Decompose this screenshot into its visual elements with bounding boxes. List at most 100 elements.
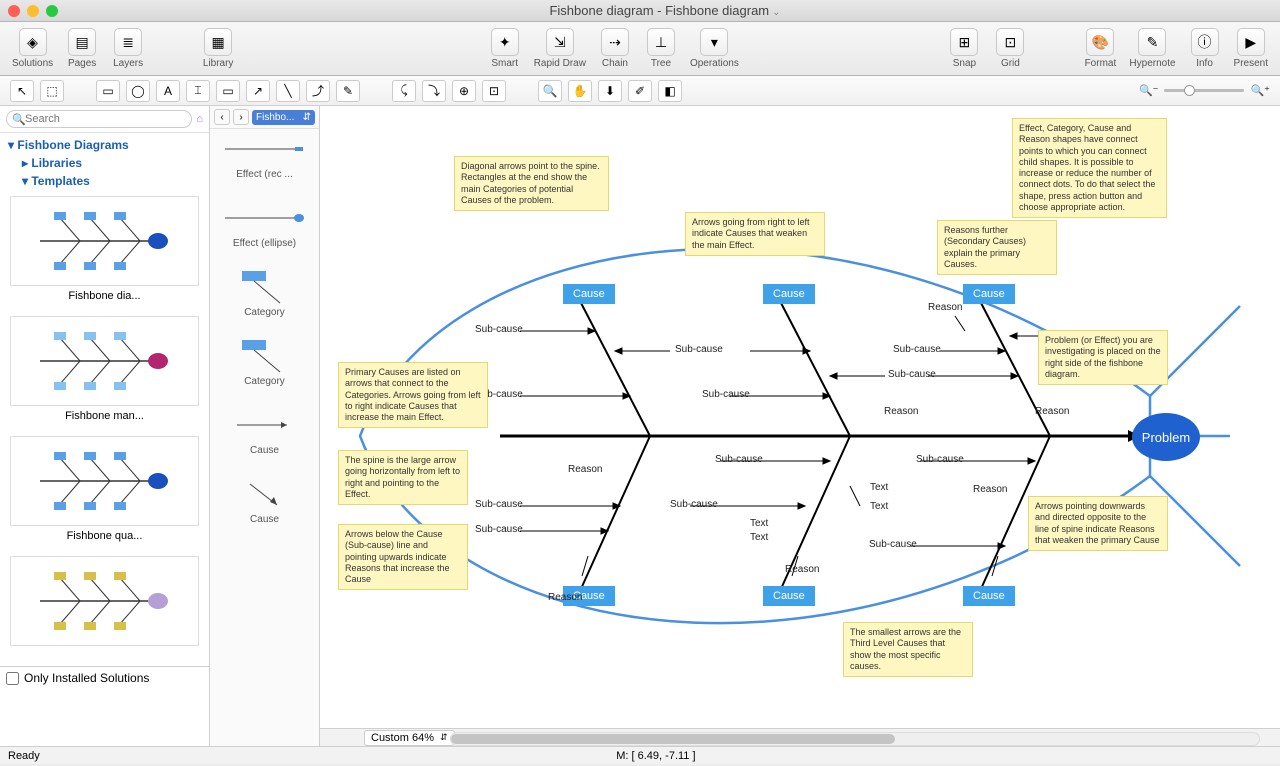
template-thumb[interactable] bbox=[10, 436, 199, 526]
tool-19[interactable]: ✋ bbox=[568, 80, 592, 102]
tool-7[interactable]: ▭ bbox=[216, 80, 240, 102]
tool-10[interactable]: ⤴ bbox=[306, 80, 330, 102]
search-input[interactable] bbox=[6, 110, 192, 128]
tool-14[interactable]: ⤵ bbox=[422, 80, 446, 102]
chain-button[interactable]: ⇢Chain bbox=[594, 26, 636, 71]
subcause-label: Sub-cause bbox=[869, 539, 917, 550]
tool-9[interactable]: ╲ bbox=[276, 80, 300, 102]
tree-root[interactable]: ▾ Fishbone Diagrams bbox=[0, 133, 209, 154]
solutions-panel: 🔍 ⌂ ▾ Fishbone Diagrams ▸ Libraries ▾ Te… bbox=[0, 106, 210, 746]
zoom-out-icon[interactable]: 🔍⁻ bbox=[1139, 84, 1159, 97]
tool-6[interactable]: ⌶ bbox=[186, 80, 210, 102]
tool-22[interactable]: ◧ bbox=[658, 80, 682, 102]
tool-3[interactable]: ▭ bbox=[96, 80, 120, 102]
minimize-icon[interactable] bbox=[27, 5, 39, 17]
diagram-canvas[interactable]: Cause Cause Cause Cause Cause Cause Prob… bbox=[320, 106, 1280, 728]
shapes-back-icon[interactable]: ‹ bbox=[214, 109, 230, 125]
only-installed-row[interactable]: Only Installed Solutions bbox=[0, 666, 209, 689]
text-label: Text bbox=[870, 482, 888, 493]
only-installed-label: Only Installed Solutions bbox=[24, 671, 149, 685]
tool-16[interactable]: ⊡ bbox=[482, 80, 506, 102]
toolbar-label: Format bbox=[1085, 58, 1117, 69]
reason-label: Reason bbox=[928, 302, 962, 313]
zoom-in-icon[interactable]: 🔍⁺ bbox=[1250, 84, 1270, 97]
cause-box[interactable]: Cause bbox=[763, 284, 815, 304]
subcause-label: Sub-cause bbox=[888, 369, 936, 380]
tree-templates[interactable]: ▾ Templates bbox=[0, 172, 209, 190]
hypernote-button[interactable]: ✎Hypernote bbox=[1125, 26, 1179, 71]
note: Problem (or Effect) you are investigatin… bbox=[1038, 330, 1168, 385]
tool-8[interactable]: ↗ bbox=[246, 80, 270, 102]
toolbar-label: Tree bbox=[651, 58, 671, 69]
tool-1[interactable]: ⬚ bbox=[40, 80, 64, 102]
layers-icon: ≣ bbox=[114, 28, 142, 56]
tool-18[interactable]: 🔍 bbox=[538, 80, 562, 102]
smart-button[interactable]: ✦Smart bbox=[484, 26, 526, 71]
shapes-panel: ‹ › Fishbo...⇵ Effect (rec ... Effect (el… bbox=[210, 106, 320, 746]
shape-item[interactable]: Category bbox=[214, 273, 315, 318]
cause-box[interactable]: Cause bbox=[963, 586, 1015, 606]
toolbar-label: Hypernote bbox=[1129, 58, 1175, 69]
template-thumb[interactable] bbox=[10, 556, 199, 646]
subcause-label: Sub-cause bbox=[475, 499, 523, 510]
shapes-dropdown[interactable]: Fishbo...⇵ bbox=[252, 110, 315, 125]
shape-preview bbox=[214, 411, 315, 439]
shape-item[interactable]: Effect (ellipse) bbox=[214, 204, 315, 249]
zoom-slider[interactable]: 🔍⁻ 🔍⁺ bbox=[1139, 84, 1270, 97]
cause-box[interactable]: Cause bbox=[563, 284, 615, 304]
tool-0[interactable]: ↖ bbox=[10, 80, 34, 102]
tool-13[interactable]: ⤹ bbox=[392, 80, 416, 102]
layers-button[interactable]: ≣Layers bbox=[107, 26, 149, 71]
tree-icon: ⊥ bbox=[647, 28, 675, 56]
tool-11[interactable]: ✎ bbox=[336, 80, 360, 102]
cause-box[interactable]: Cause bbox=[963, 284, 1015, 304]
tool-4[interactable]: ◯ bbox=[126, 80, 150, 102]
note: Reasons further (Secondary Causes) expla… bbox=[937, 220, 1057, 275]
library-button[interactable]: ▦Library bbox=[197, 26, 239, 71]
operations-button[interactable]: ▾Operations bbox=[686, 26, 743, 71]
close-icon[interactable] bbox=[8, 5, 20, 17]
format-button[interactable]: 🎨Format bbox=[1079, 26, 1121, 71]
horizontal-scrollbar[interactable] bbox=[450, 732, 1260, 746]
collapse-icon[interactable]: ⌂ bbox=[196, 113, 203, 125]
library-icon: ▦ bbox=[204, 28, 232, 56]
present-button[interactable]: ▶Present bbox=[1230, 26, 1272, 71]
info-icon: ⓘ bbox=[1191, 28, 1219, 56]
reason-label: Reason bbox=[548, 592, 582, 603]
reason-label: Reason bbox=[568, 464, 602, 475]
shapes-fwd-icon[interactable]: › bbox=[233, 109, 249, 125]
tool-21[interactable]: ✐ bbox=[628, 80, 652, 102]
tool-5[interactable]: A bbox=[156, 80, 180, 102]
shape-item[interactable]: Cause bbox=[214, 411, 315, 456]
tool-15[interactable]: ⊕ bbox=[452, 80, 476, 102]
shape-item[interactable]: Cause bbox=[214, 480, 315, 525]
grid-icon: ⊡ bbox=[996, 28, 1024, 56]
shape-item[interactable]: Effect (rec ... bbox=[214, 135, 315, 180]
problem-ellipse[interactable]: Problem bbox=[1132, 413, 1200, 461]
thumb-label: Fishbone dia... bbox=[10, 290, 199, 302]
tool-20[interactable]: ⬇ bbox=[598, 80, 622, 102]
tree-libraries[interactable]: ▸ Libraries bbox=[0, 154, 209, 172]
subcause-label: Sub-cause bbox=[715, 454, 763, 465]
info-button[interactable]: ⓘInfo bbox=[1184, 26, 1226, 71]
solutions-button[interactable]: ◈Solutions bbox=[8, 26, 57, 71]
shape-preview bbox=[214, 342, 315, 370]
toolbar-label: Grid bbox=[1001, 58, 1020, 69]
snap-button[interactable]: ⊞Snap bbox=[943, 26, 985, 71]
snap-icon: ⊞ bbox=[950, 28, 978, 56]
shape-item[interactable]: Category bbox=[214, 342, 315, 387]
template-thumb[interactable] bbox=[10, 316, 199, 406]
operations-icon: ▾ bbox=[700, 28, 728, 56]
template-thumb[interactable] bbox=[10, 196, 199, 286]
pages-button[interactable]: ▤Pages bbox=[61, 26, 103, 71]
shape-name: Effect (ellipse) bbox=[214, 238, 315, 249]
rapid-button[interactable]: ⇲Rapid Draw bbox=[530, 26, 590, 71]
grid-button[interactable]: ⊡ Grid bbox=[989, 26, 1031, 71]
window-title[interactable]: Fishbone diagram - Fishbone diagram⌄ bbox=[58, 3, 1272, 18]
cause-box[interactable]: Cause bbox=[763, 586, 815, 606]
zoom-dropdown[interactable]: Custom 64%⇵ bbox=[364, 730, 455, 746]
tree-button[interactable]: ⊥ Tree bbox=[640, 26, 682, 71]
search-icon: 🔍 bbox=[12, 113, 26, 126]
zoom-icon[interactable] bbox=[46, 5, 58, 17]
only-installed-checkbox[interactable] bbox=[6, 672, 19, 685]
